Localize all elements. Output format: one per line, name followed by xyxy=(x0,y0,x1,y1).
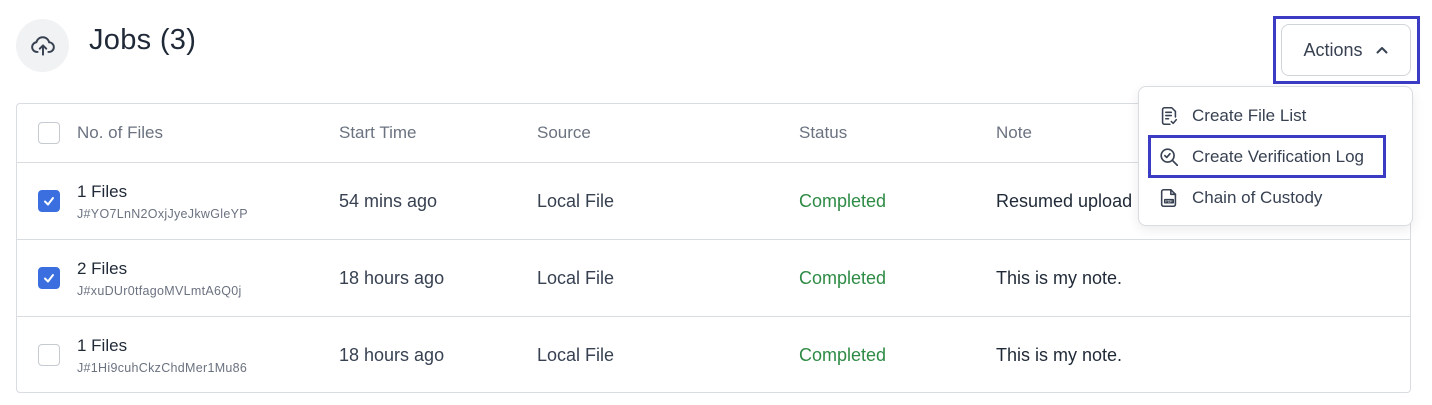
actions-button[interactable]: Actions xyxy=(1281,24,1411,76)
row-checkbox[interactable] xyxy=(38,267,60,289)
column-header-note[interactable]: Note xyxy=(996,104,1032,162)
start-time-cell: 54 mins ago xyxy=(339,190,438,211)
cloud-upload-icon xyxy=(16,19,69,72)
verification-log-highlight-frame xyxy=(1148,135,1386,178)
column-header-status[interactable]: Status xyxy=(799,104,847,162)
source-cell: Local File xyxy=(537,190,615,211)
file-count: 2 Files xyxy=(77,258,128,278)
start-time-cell: 18 hours ago xyxy=(339,345,445,365)
checkmark-icon xyxy=(44,274,54,283)
checkmark-icon xyxy=(44,197,54,206)
page-title: Jobs (3) xyxy=(89,24,197,56)
table-row[interactable]: 1 Files J#1Hi9cuhCkzChdMer1Mu86 18 hours… xyxy=(17,316,1410,392)
status-cell: Completed xyxy=(799,267,887,288)
files-cell: 1 Files J#YO7LnN2OxjJyeJkwGleYP xyxy=(77,163,248,239)
job-id: J#1Hi9cuhCkzChdMer1Mu86 xyxy=(77,361,248,375)
status-cell: Completed xyxy=(799,190,887,211)
row-checkbox[interactable] xyxy=(38,344,60,366)
start-time-cell: 18 hours ago xyxy=(339,267,445,288)
menu-item-label: Chain of Custody xyxy=(1192,188,1323,207)
column-header-start-time[interactable]: Start Time xyxy=(339,104,416,162)
file-list-icon xyxy=(1158,105,1180,127)
source-cell: Local File xyxy=(537,267,615,288)
pdf-file-icon: PDF xyxy=(1158,187,1180,209)
files-cell: 1 Files J#1Hi9cuhCkzChdMer1Mu86 xyxy=(77,317,248,392)
job-id: J#xuDUr0tfagoMVLmtA6Q0j xyxy=(77,283,242,298)
table-row[interactable]: 2 Files J#xuDUr0tfagoMVLmtA6Q0j 18 hours… xyxy=(17,239,1410,316)
menu-item-chain-of-custody[interactable]: PDF Chain of Custody xyxy=(1139,178,1412,218)
file-count: 1 Files xyxy=(77,181,128,201)
files-cell: 2 Files J#xuDUr0tfagoMVLmtA6Q0j xyxy=(77,240,242,316)
note-cell: This is my note. xyxy=(996,345,1123,365)
note-cell: Resumed upload xyxy=(996,190,1133,211)
menu-item-label: Create File List xyxy=(1192,106,1307,125)
note-cell: This is my note. xyxy=(996,267,1123,288)
column-header-files[interactable]: No. of Files xyxy=(77,104,163,162)
actions-button-label: Actions xyxy=(1303,39,1363,60)
chevron-up-icon xyxy=(1375,43,1389,57)
menu-item-create-file-list[interactable]: Create File List xyxy=(1139,96,1412,136)
row-checkbox[interactable] xyxy=(38,190,60,212)
source-cell: Local File xyxy=(537,345,615,365)
svg-text:PDF: PDF xyxy=(1165,200,1173,204)
column-header-source[interactable]: Source xyxy=(537,104,591,162)
select-all-checkbox[interactable] xyxy=(38,122,60,144)
file-count: 1 Files xyxy=(77,336,128,355)
status-cell: Completed xyxy=(799,345,887,365)
job-id: J#YO7LnN2OxjJyeJkwGleYP xyxy=(77,206,248,221)
